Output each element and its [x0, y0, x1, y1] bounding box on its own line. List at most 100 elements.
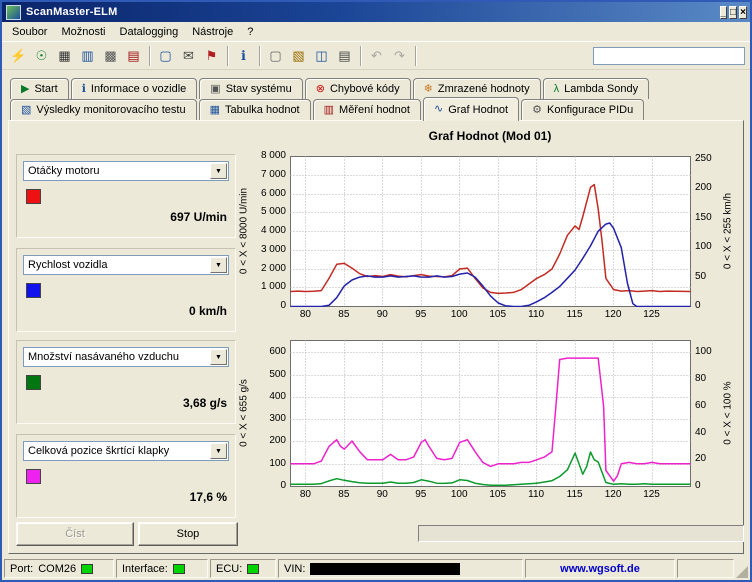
- x-axis-tick: 120: [598, 489, 628, 501]
- globe-icon[interactable]: ☉: [30, 45, 53, 67]
- menu-moznosti[interactable]: Možnosti: [54, 24, 112, 40]
- right-axis-tick: 250: [695, 153, 723, 165]
- konfigurace-pidu-tab-icon: ⚙: [532, 105, 542, 116]
- info-icon[interactable]: ℹ: [232, 45, 255, 67]
- menu-nastroje[interactable]: Nástroje: [185, 24, 240, 40]
- x-axis-tick: 105: [483, 489, 513, 501]
- connect-icon[interactable]: ⚡: [7, 45, 30, 67]
- right-axis-tick: 150: [695, 212, 723, 224]
- x-axis-tick: 105: [483, 309, 513, 321]
- chip-icon[interactable]: ▦: [53, 45, 76, 67]
- toolbar-separator: [227, 46, 228, 66]
- right-axis-tick: 60: [695, 400, 723, 412]
- minimize-button[interactable]: _: [720, 6, 728, 19]
- flag-icon[interactable]: ⚑: [200, 45, 223, 67]
- menu-datalogging[interactable]: Datalogging: [113, 24, 186, 40]
- wgsoft-link[interactable]: www.wgsoft.de: [560, 563, 640, 575]
- toolbar-separator: [415, 46, 416, 66]
- tab-start[interactable]: ▶Start: [10, 78, 69, 99]
- close-button[interactable]: ×: [739, 6, 747, 19]
- chevron-down-icon[interactable]: ▼: [210, 257, 227, 273]
- toolbar-field[interactable]: [593, 47, 745, 65]
- tab-konfigurace-pidu[interactable]: ⚙ Konfigurace PIDu: [521, 99, 644, 120]
- tab-informace-o-vozidle[interactable]: ℹInformace o vozidle: [71, 78, 198, 99]
- new-doc-icon[interactable]: ▢: [264, 45, 287, 67]
- param-select-throttle[interactable]: Celková pozice škrtící klapky ▼: [23, 441, 229, 461]
- x-axis-tick: 95: [406, 489, 436, 501]
- left-axis-tick: 0: [244, 300, 286, 312]
- param-select-rpm[interactable]: Otáčky motoru ▼: [23, 161, 229, 181]
- vin-value-redacted: [310, 563, 460, 575]
- read-button: Číst: [16, 522, 134, 546]
- param-select-maf[interactable]: Množství nasávaného vzduchu ▼: [23, 347, 229, 367]
- chevron-down-icon[interactable]: ▼: [210, 349, 227, 365]
- message-icon[interactable]: ✉: [177, 45, 200, 67]
- left-axis-range-label: 0 < X < 655 g/s: [239, 379, 250, 447]
- param-select-speed[interactable]: Rychlost vozidla ▼: [23, 255, 229, 275]
- save-icon[interactable]: ◫: [310, 45, 333, 67]
- tab-mereni-hodnot[interactable]: ▥Měření hodnot: [313, 99, 421, 120]
- maximize-button[interactable]: □: [729, 6, 737, 19]
- x-axis-tick: 95: [406, 309, 436, 321]
- tab-label: Chybové kódy: [330, 83, 400, 95]
- status-bar: Port: COM26 Interface: ECU: VIN: www.wgs…: [2, 558, 750, 579]
- param-select-value: Celková pozice škrtící klapky: [24, 445, 210, 457]
- tab-tabulka-hodnot[interactable]: ▦Tabulka hodnot: [199, 99, 311, 120]
- tab-label: Konfigurace PIDu: [547, 104, 633, 116]
- chevron-down-icon[interactable]: ▼: [210, 443, 227, 459]
- monitor-icon[interactable]: ▥: [76, 45, 99, 67]
- left-axis-tick: 200: [244, 435, 286, 447]
- timeline-scrollbar[interactable]: [418, 525, 744, 542]
- x-axis-tick: 110: [521, 489, 551, 501]
- tab-label: Zmrazené hodnoty: [438, 83, 530, 95]
- left-axis-tick: 7 000: [244, 169, 286, 181]
- right-axis-tick: 200: [695, 182, 723, 194]
- menu-bar: SouborMožnostiDataloggingNástroje?: [2, 22, 752, 41]
- left-axis-tick: 2 000: [244, 263, 286, 275]
- param-value: 17,6 %: [25, 490, 227, 504]
- tab-zmrazene-hodnoty[interactable]: ❄Zmrazené hodnoty: [413, 78, 541, 99]
- x-axis-tick: 125: [637, 309, 667, 321]
- tab-vysledky-monitorovaciho-testu[interactable]: ▧Výsledky monitorovacího testu: [10, 99, 197, 120]
- left-axis-tick: 1 000: [244, 281, 286, 293]
- x-axis-tick: 90: [367, 309, 397, 321]
- table-icon[interactable]: ▩: [99, 45, 122, 67]
- resize-grip[interactable]: [736, 566, 748, 578]
- x-axis-tick: 110: [521, 309, 551, 321]
- left-axis-tick: 400: [244, 391, 286, 403]
- left-axis-tick: 8 000: [244, 150, 286, 162]
- tab-chybove-kody[interactable]: ⊗Chybové kódy: [305, 78, 411, 99]
- chevron-down-icon[interactable]: ▼: [210, 163, 227, 179]
- x-axis-tick: 115: [560, 489, 590, 501]
- open-icon[interactable]: ▧: [287, 45, 310, 67]
- x-axis-tick: 80: [290, 489, 320, 501]
- app-icon: [6, 5, 21, 20]
- tab-label: Lambda Sondy: [564, 83, 638, 95]
- tab-label: Start: [34, 83, 57, 95]
- chart-maf-throttle: 0100200300400500600020406080100808590951…: [232, 334, 744, 510]
- status-interface: Interface:: [116, 559, 208, 578]
- tab-lambda-sondy[interactable]: λLambda Sondy: [543, 78, 650, 99]
- right-axis-tick: 0: [695, 480, 723, 492]
- right-axis-tick: 50: [695, 271, 723, 283]
- tab-row-1: ▶StartℹInformace o vozidle▣Stav systému⊗…: [10, 78, 651, 99]
- print-icon[interactable]: ▤: [333, 45, 356, 67]
- menu-soubor[interactable]: Soubor: [5, 24, 54, 40]
- tab-label: Graf Hodnot: [448, 104, 508, 116]
- series-color-swatch: [26, 375, 41, 390]
- x-axis-tick: 85: [329, 309, 359, 321]
- stop-button[interactable]: Stop: [138, 522, 238, 546]
- tab-stav-systemu[interactable]: ▣Stav systému: [199, 78, 302, 99]
- right-axis-range-label: 0 < X < 100 %: [723, 381, 734, 444]
- tab-graf-hodnot[interactable]: ∿Graf Hodnot: [423, 97, 519, 121]
- log-icon[interactable]: ▤: [122, 45, 145, 67]
- tab-label: Tabulka hodnot: [225, 104, 300, 116]
- menu-napoveda[interactable]: ?: [240, 24, 260, 40]
- left-axis-tick: 6 000: [244, 188, 286, 200]
- report-icon[interactable]: ▢: [154, 45, 177, 67]
- left-axis-tick: 4 000: [244, 225, 286, 237]
- ecu-label: ECU:: [216, 563, 242, 575]
- status-link: www.wgsoft.de: [525, 559, 675, 578]
- param-group-speed: Rychlost vozidla ▼ 0 km/h: [16, 248, 236, 332]
- left-axis-tick: 600: [244, 346, 286, 358]
